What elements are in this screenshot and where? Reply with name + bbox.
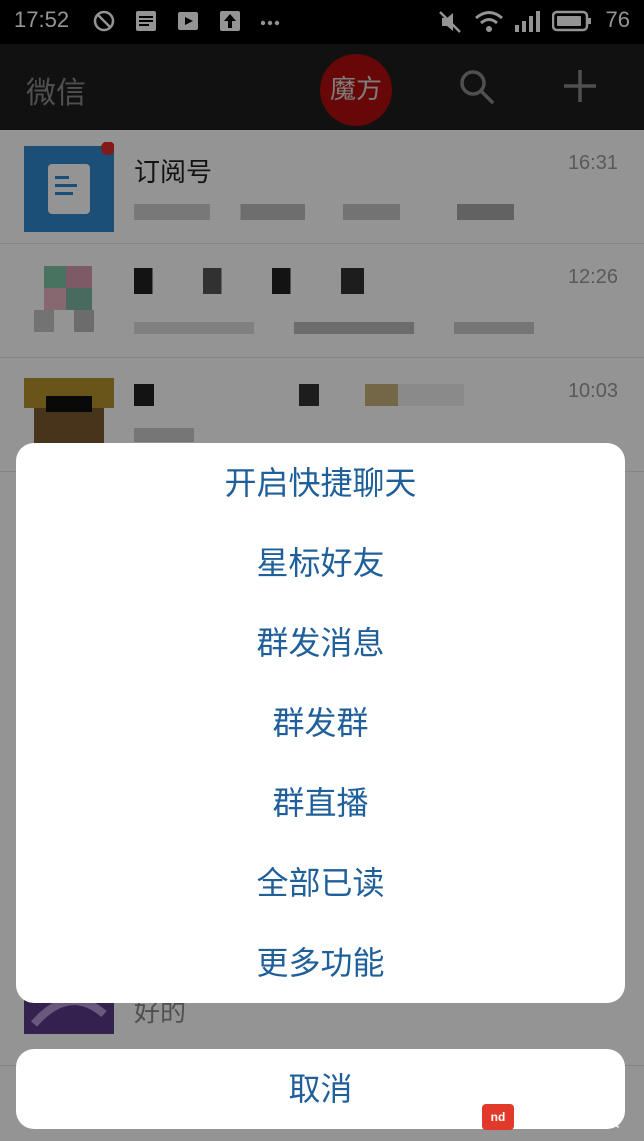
- option-more-features[interactable]: 更多功能: [16, 923, 625, 1003]
- option-quick-chat[interactable]: 开启快捷聊天: [16, 443, 625, 523]
- newspaper-watermark: nd 南方都市报: [482, 1100, 620, 1134]
- newspaper-logo: nd: [482, 1104, 514, 1130]
- option-broadcast-group[interactable]: 群发群: [16, 683, 625, 763]
- option-mark-all-read[interactable]: 全部已读: [16, 843, 625, 923]
- watermark-text: 南方都市报: [520, 1106, 620, 1131]
- option-broadcast-message[interactable]: 群发消息: [16, 603, 625, 683]
- option-starred-friends[interactable]: 星标好友: [16, 523, 625, 603]
- option-group-live[interactable]: 群直播: [16, 763, 625, 843]
- action-sheet: 开启快捷聊天 星标好友 群发消息 群发群 群直播 全部已读 更多功能: [16, 443, 625, 1003]
